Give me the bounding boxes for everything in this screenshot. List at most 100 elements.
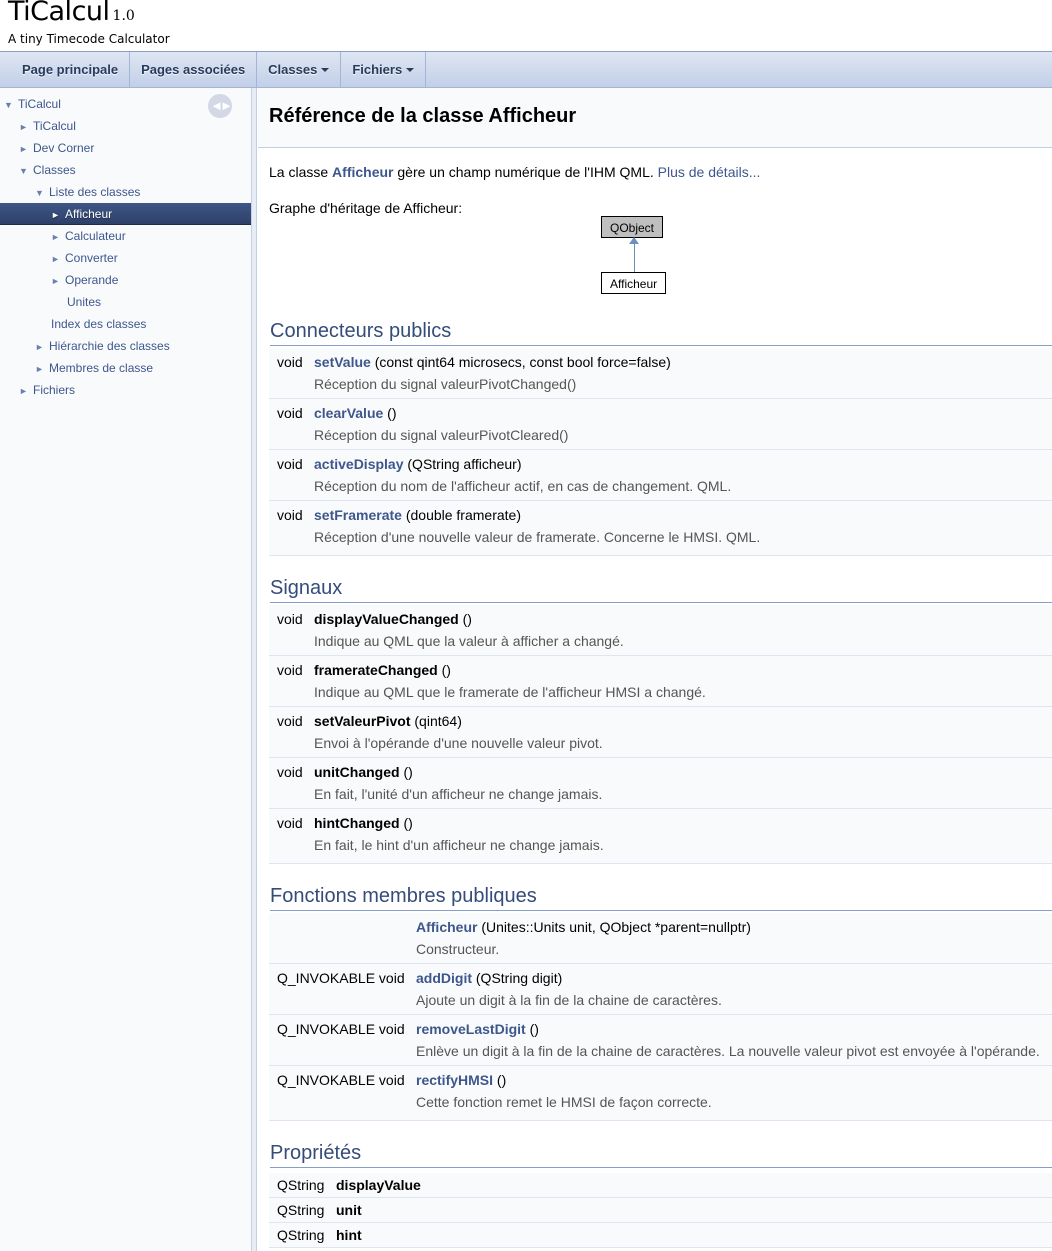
member-type: void [277,815,303,831]
property-row: QString displayValue [269,1173,1052,1198]
member-row: Q_INVOKABLE void addDigit (QString digit… [269,964,1052,1015]
tree-item-label: Liste des classes [49,185,141,199]
expand-arrow-icon[interactable]: ▼ [19,160,33,182]
member-type: void [277,764,303,780]
sidebar-tree: ◄► ▼ TiCalcul ► TiCalcul ► Dev Corner ▼ Clas… [0,88,252,1251]
member-args: () [403,815,413,831]
tab-label: Fichiers [352,62,403,77]
page-header: Référence de la classe Afficheur [258,88,1052,148]
member-link[interactable]: clearValue [314,405,383,421]
member-row: void hintChanged () En fait, le hint d'u… [269,809,1052,864]
expand-arrow-icon[interactable]: ► [51,248,65,270]
member-args: (const qint64 microsecs, const bool forc… [374,354,671,370]
tree-item-unites[interactable]: Unites [67,291,101,313]
member-type: void [277,662,303,678]
property-type: QString [277,1202,325,1218]
more-details-link[interactable]: Plus de détails... [658,164,761,180]
tree-item-converter[interactable]: ► Converter [51,247,118,269]
expand-arrow-icon[interactable]: ► [19,116,33,138]
tree-item-class-index[interactable]: Index des classes [51,313,146,335]
tree-item-label: Dev Corner [33,141,95,155]
tree-item-ticalcul-root[interactable]: ▼ TiCalcul [4,93,61,115]
caret-down-icon [406,67,415,72]
tree-item-files[interactable]: ► Fichiers [19,379,75,401]
member-desc: Réception d'une nouvelle valeur de frame… [314,529,761,545]
member-desc: Enlève un digit à la fin de la chaine de… [416,1043,1040,1059]
tree-item-label: TiCalcul [33,119,76,133]
member-link[interactable]: Afficheur [416,919,477,935]
member-type: void [277,405,303,421]
property-name: displayValue [336,1177,421,1193]
member-signature: Afficheur (Unites::Units unit, QObject *… [416,919,751,935]
tree-item-label: TiCalcul [18,97,61,111]
member-name: framerateChanged [314,662,438,678]
tree-item-operande[interactable]: ► Operande [51,269,118,291]
property-row: QString hint [269,1223,1052,1248]
property-type: QString [277,1227,325,1243]
member-row: void framerateChanged () Indique au QML … [269,656,1052,707]
expand-arrow-icon[interactable]: ► [51,204,65,226]
member-row: void activeDisplay (QString afficheur) R… [269,450,1052,501]
member-type: Q_INVOKABLE void [277,1021,405,1037]
tree-item-class-members[interactable]: ► Membres de classe [35,357,153,379]
tree-item-afficheur[interactable]: ► Afficheur [0,203,251,225]
tab-label: Page principale [22,62,119,77]
property-name: unit [336,1202,362,1218]
member-row: Afficheur (Unites::Units unit, QObject *… [269,913,1052,964]
expand-arrow-icon[interactable]: ► [19,138,33,160]
tree-item-label: Operande [65,273,119,287]
member-type: void [277,456,303,472]
tree-item-class-list[interactable]: ▼ Liste des classes [35,181,140,203]
member-signature: removeLastDigit () [416,1021,539,1037]
member-link[interactable]: activeDisplay [314,456,404,472]
member-signature: unitChanged () [314,764,413,780]
member-link[interactable]: setFramerate [314,507,402,523]
tab-label: Pages associées [141,62,246,77]
member-type: void [277,611,303,627]
tree-item-ticalcul[interactable]: ► TiCalcul [19,115,76,137]
sync-arrows-icon[interactable]: ◄► [208,94,233,118]
member-desc: Indique au QML que la valeur à afficher … [314,633,624,649]
member-type: void [277,507,303,523]
tree-item-classes[interactable]: ▼ Classes [19,159,76,181]
expand-arrow-icon[interactable]: ▼ [4,94,18,116]
project-brief: A tiny Timecode Calculator [8,32,170,46]
tab-main-page[interactable]: Page principale [0,52,131,87]
member-type: void [277,713,303,729]
section-properties: Propriétés [270,1139,1052,1168]
member-row: Q_INVOKABLE void rectifyHMSI () Cette fo… [269,1066,1052,1121]
tab-related-pages[interactable]: Pages associées [130,52,258,87]
sidebar-resize-handle[interactable] [252,88,257,1251]
member-link[interactable]: rectifyHMSI [416,1072,493,1088]
graph-node-qobject[interactable]: QObject [601,216,664,238]
expand-arrow-icon[interactable]: ▼ [35,182,49,204]
class-intro: La classe Afficheur gère un champ numéri… [269,164,760,180]
member-signature: setFramerate (double framerate) [314,507,521,523]
class-link[interactable]: Afficheur [332,164,393,180]
tab-classes[interactable]: Classes [257,52,342,87]
tree-item-dev-corner[interactable]: ► Dev Corner [19,137,94,159]
intro-post: gère un champ numérique de l'IHM QML. [397,164,654,180]
member-name: hintChanged [314,815,400,831]
member-name: setValeurPivot [314,713,411,729]
expand-arrow-icon[interactable]: ► [51,226,65,248]
member-row: void setValeurPivot (qint64) Envoi à l'o… [269,707,1052,758]
expand-arrow-icon[interactable]: ► [35,336,49,358]
main-nav: Page principale Pages associées Classes … [0,51,1052,88]
tab-files[interactable]: Fichiers [341,52,427,87]
member-signature: framerateChanged () [314,662,451,678]
expand-arrow-icon[interactable]: ► [35,358,49,380]
graph-node-afficheur[interactable]: Afficheur [601,272,667,294]
member-row: Q_INVOKABLE void removeLastDigit () Enlè… [269,1015,1052,1066]
section-public-members: Fonctions membres publiques [270,882,1052,911]
tree-item-calculateur[interactable]: ► Calculateur [51,225,126,247]
expand-arrow-icon[interactable]: ► [19,380,33,402]
tree-item-label: Converter [65,251,118,265]
member-args: (QString digit) [475,970,563,986]
tree-item-class-hierarchy[interactable]: ► Hiérarchie des classes [35,335,170,357]
member-link[interactable]: addDigit [416,970,472,986]
property-type: QString [277,1177,325,1193]
member-link[interactable]: removeLastDigit [416,1021,526,1037]
expand-arrow-icon[interactable]: ► [51,270,65,292]
member-link[interactable]: setValue [314,354,371,370]
